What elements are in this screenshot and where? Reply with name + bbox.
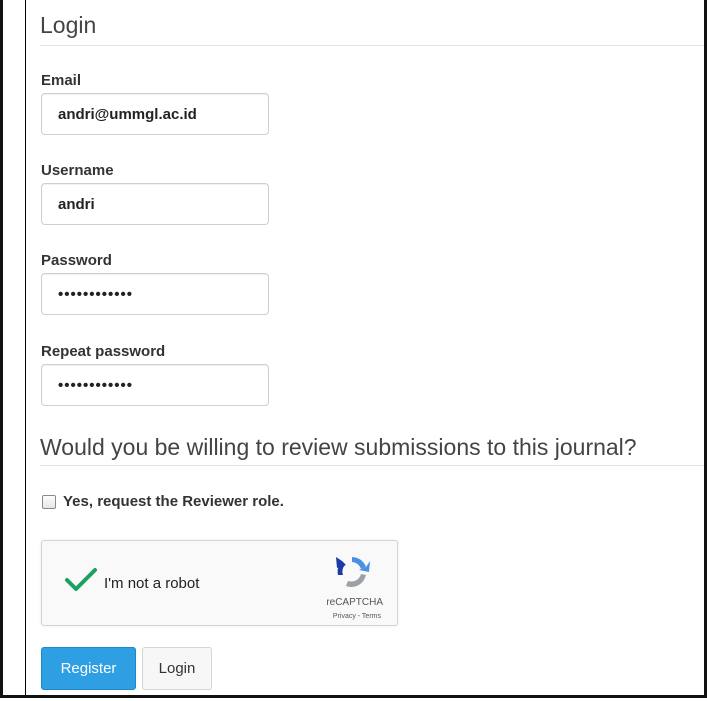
username-label: Username	[41, 162, 114, 179]
reviewer-section-title: Would you be willing to review submissio…	[40, 434, 637, 460]
section-divider	[40, 45, 704, 46]
recaptcha-privacy-terms[interactable]: Privacy - Terms	[333, 613, 381, 620]
reviewer-role-checkbox[interactable]	[42, 494, 56, 509]
reviewer-role-label: Yes, request the Reviewer role.	[63, 493, 284, 510]
repeat-password-field[interactable]	[41, 364, 269, 406]
checkmark-icon[interactable]	[64, 567, 98, 593]
left-border	[25, 0, 26, 695]
recaptcha-widget[interactable]: I'm not a robot reCAPTCHA Privacy - Term…	[41, 540, 398, 626]
email-label: Email	[41, 72, 82, 89]
recaptcha-logo-icon	[336, 557, 370, 587]
password-label: Password	[41, 252, 112, 269]
email-field[interactable]	[41, 93, 269, 135]
login-button[interactable]: Login	[142, 647, 212, 690]
username-field[interactable]	[41, 183, 269, 225]
password-field[interactable]	[41, 273, 269, 315]
section-divider	[40, 465, 704, 466]
reviewer-role-option[interactable]: Yes, request the Reviewer role.	[42, 493, 284, 510]
repeat-password-label: Repeat password	[41, 343, 166, 360]
recaptcha-brand: reCAPTCHA	[326, 597, 383, 608]
register-button[interactable]: Register	[41, 647, 136, 690]
login-section-title: Login	[40, 12, 97, 38]
registration-window: Login Email Username Password Repeat pas…	[0, 0, 707, 698]
captcha-label: I'm not a robot	[104, 575, 200, 592]
registration-form: Login Email Username Password Repeat pas…	[3, 0, 704, 695]
